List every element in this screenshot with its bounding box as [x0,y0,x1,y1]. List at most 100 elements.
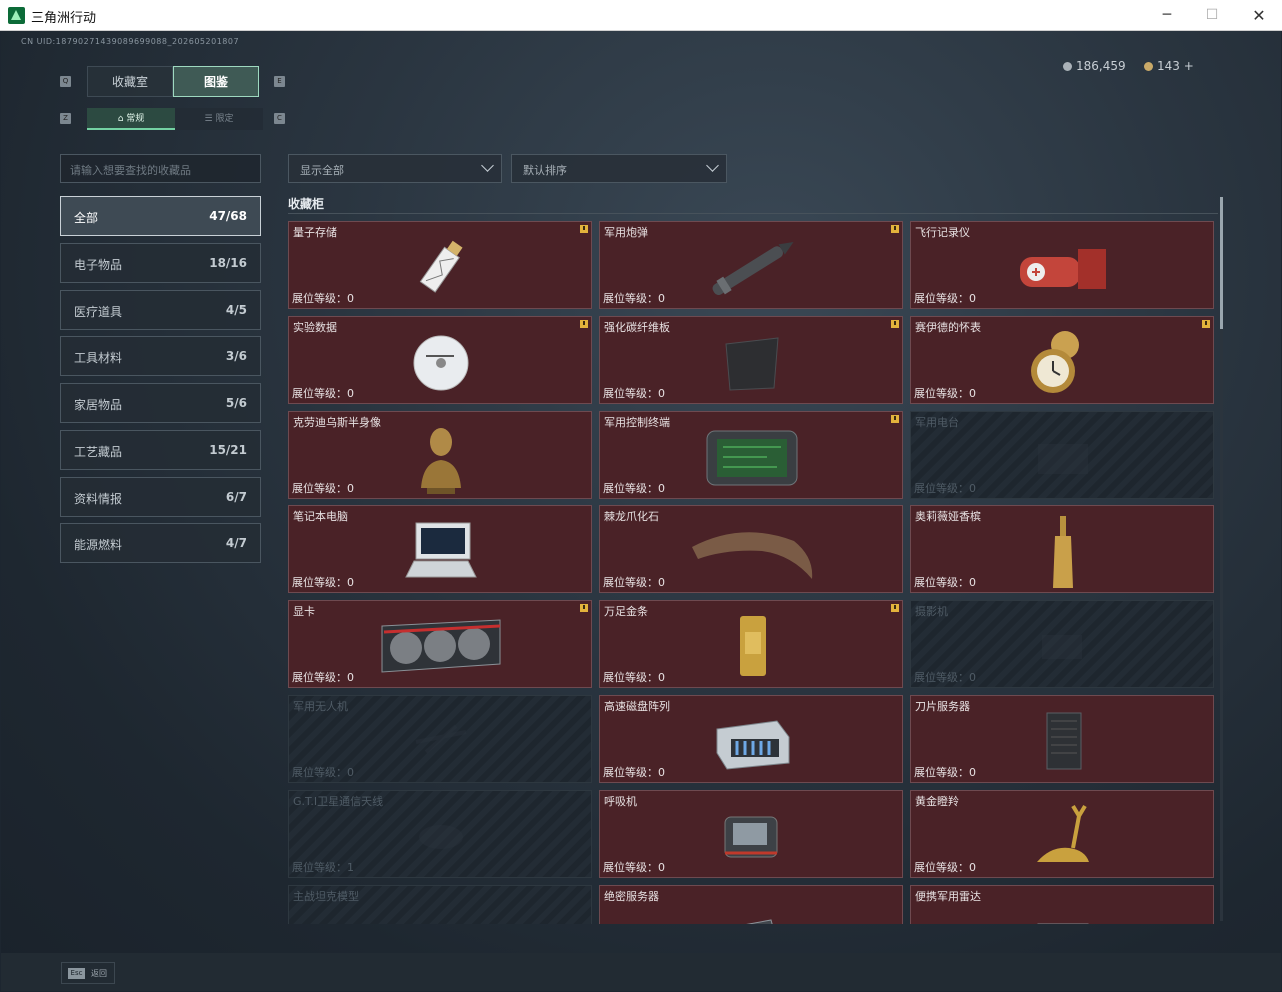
close-button[interactable]: ✕ [1236,0,1282,31]
item-name: 笔记本电脑 [293,510,348,523]
collection-card[interactable]: 军用控制终端 展位等级：0 [599,411,903,499]
window-titlebar: 三角洲行动 ─ ☐ ✕ [0,0,1282,31]
divider [288,213,1218,214]
footer-bar: Esc 返回 [1,953,1281,991]
chevron-down-icon [481,159,494,172]
gold-currency[interactable]: 143 + [1144,59,1194,73]
category-label: 资料情报 [74,492,123,506]
radar-icon [1028,912,1098,924]
back-button[interactable]: Esc 返回 [61,962,115,984]
category-all[interactable]: 全部 47/68 [60,196,261,236]
collection-card[interactable]: G.T.I卫星通信天线 展位等级：1 [288,790,592,878]
category-electronics[interactable]: 电子物品 18/16 [60,243,261,283]
c-key-hint: C [274,113,285,124]
display-level: 展位等级：0 [292,766,354,779]
category-label: 能源燃料 [74,538,123,552]
window-title: 三角洲行动 [31,11,97,26]
display-level: 展位等级：0 [603,387,665,400]
maximize-button[interactable]: ☐ [1189,0,1235,31]
category-energy[interactable]: 能源燃料 4/7 [60,523,261,563]
display-level: 展位等级：0 [603,766,665,779]
display-level: 展位等级：0 [292,292,354,305]
display-level: 展位等级：0 [603,292,665,305]
category-tools[interactable]: 工具材料 3/6 [60,336,261,376]
z-key-hint: Z [60,113,71,124]
sort-select[interactable]: 默认排序 [511,154,727,183]
item-name: 实验数据 [293,321,337,334]
collection-card[interactable]: 黄金瞪羚 展位等级：0 [910,790,1214,878]
category-label: 工具材料 [74,351,123,365]
collection-card[interactable]: 呼吸机 展位等级：0 [599,790,903,878]
collection-card[interactable]: 飞行记录仪展位等级：0 [910,221,1214,309]
scrollbar-thumb[interactable] [1220,197,1223,329]
app-logo-icon [8,7,25,24]
scrollbar[interactable] [1220,197,1223,921]
category-label: 家居物品 [74,398,123,412]
item-name: 主战坦克模型 [293,890,359,903]
minimize-button[interactable]: ─ [1144,0,1190,31]
new-badge-icon [891,604,899,612]
new-badge-icon [1202,320,1210,328]
collection-card[interactable]: 高速磁盘阵列 展位等级：0 [599,695,903,783]
tab-limited[interactable]: ☰ 限定 [175,108,263,130]
display-level: 展位等级：0 [914,671,976,684]
silver-currency: 186,459 [1063,59,1126,73]
collection-card[interactable]: 棘龙爪化石 展位等级：0 [599,505,903,593]
item-name: 军用电台 [915,416,959,429]
collection-card[interactable]: 强化碳纤维板 展位等级：0 [599,316,903,404]
category-medical[interactable]: 医疗道具 4/5 [60,290,261,330]
cabinet-title: 收藏柜 [288,197,325,211]
tab-regular[interactable]: ⌂ 常规 [87,108,175,130]
category-intel[interactable]: 资料情报 6/7 [60,477,261,517]
back-label: 返回 [91,969,107,978]
category-count: 47/68 [209,209,247,223]
collection-card[interactable]: 量子存储展位等级：0 [288,221,592,309]
collection-card[interactable]: 军用电台 展位等级：0 [910,411,1214,499]
collection-card[interactable]: 军用无人机 展位等级：0 [288,695,592,783]
collection-card[interactable]: 便携军用雷达 [910,885,1214,924]
item-name: 万足金条 [604,605,648,618]
collection-card[interactable]: 主战坦克模型 [288,885,592,924]
tab-codex[interactable]: 图鉴 [173,66,259,97]
search-input[interactable]: 请输入想要查找的收藏品 [60,154,261,183]
carbon-plate-icon [712,328,792,402]
display-level: 展位等级：0 [914,766,976,779]
category-label: 工艺藏品 [74,445,123,459]
collection-card[interactable]: 克劳迪乌斯半身像 展位等级：0 [288,411,592,499]
gold-coin-icon [1144,62,1153,71]
champagne-icon [1043,512,1083,596]
collection-card[interactable]: 实验数据 展位等级：0 [288,316,592,404]
collection-card[interactable]: 刀片服务器 展位等级：0 [910,695,1214,783]
display-level: 展位等级：0 [914,292,976,305]
category-count: 15/21 [209,443,247,457]
radio-icon [1018,428,1108,492]
category-count: 4/7 [225,536,247,550]
new-badge-icon [580,604,588,612]
collection-card[interactable]: 赛伊德的怀表 展位等级：0 [910,316,1214,404]
collection-card[interactable]: 绝密服务器 [599,885,903,924]
category-household[interactable]: 家居物品 5/6 [60,383,261,423]
category-crafts[interactable]: 工艺藏品 15/21 [60,430,261,470]
collection-card[interactable]: 笔记本电脑展位等级：0 [288,505,592,593]
player-uid: CN UID:18790271439089699088_202605201807 [21,37,240,46]
regular-icon: ⌂ [117,114,127,124]
display-level: 展位等级：0 [292,576,354,589]
collection-grid: 量子存储 展位等级：0 军用炮弹 展位等级：0 飞行记录仪 展位等级：0 实验数据 展位等级：… [288,221,1215,924]
item-name: 高速磁盘阵列 [604,700,670,713]
collection-card[interactable]: 显卡 展位等级：0 [288,600,592,688]
collection-card[interactable]: 军用炮弹 展位等级：0 [599,221,903,309]
collection-card[interactable]: 奥莉薇娅香槟 展位等级：0 [910,505,1214,593]
show-filter-select[interactable]: 显示全部 [288,154,502,183]
collection-card[interactable]: 摄影机 展位等级：0 [910,600,1214,688]
category-count: 3/6 [225,349,247,363]
item-name: 飞行记录仪 [915,226,970,239]
disk-array-icon [707,707,797,781]
display-level: 展位等级：0 [603,576,665,589]
bust-icon [411,418,471,502]
gold-bar-icon [732,612,772,686]
new-badge-icon [580,225,588,233]
tab-regular-label: 常规 [126,114,145,124]
item-name: 量子存储 [293,226,337,239]
tab-collection-room[interactable]: 收藏室 [87,66,173,97]
collection-card[interactable]: 万足金条 展位等级：0 [599,600,903,688]
